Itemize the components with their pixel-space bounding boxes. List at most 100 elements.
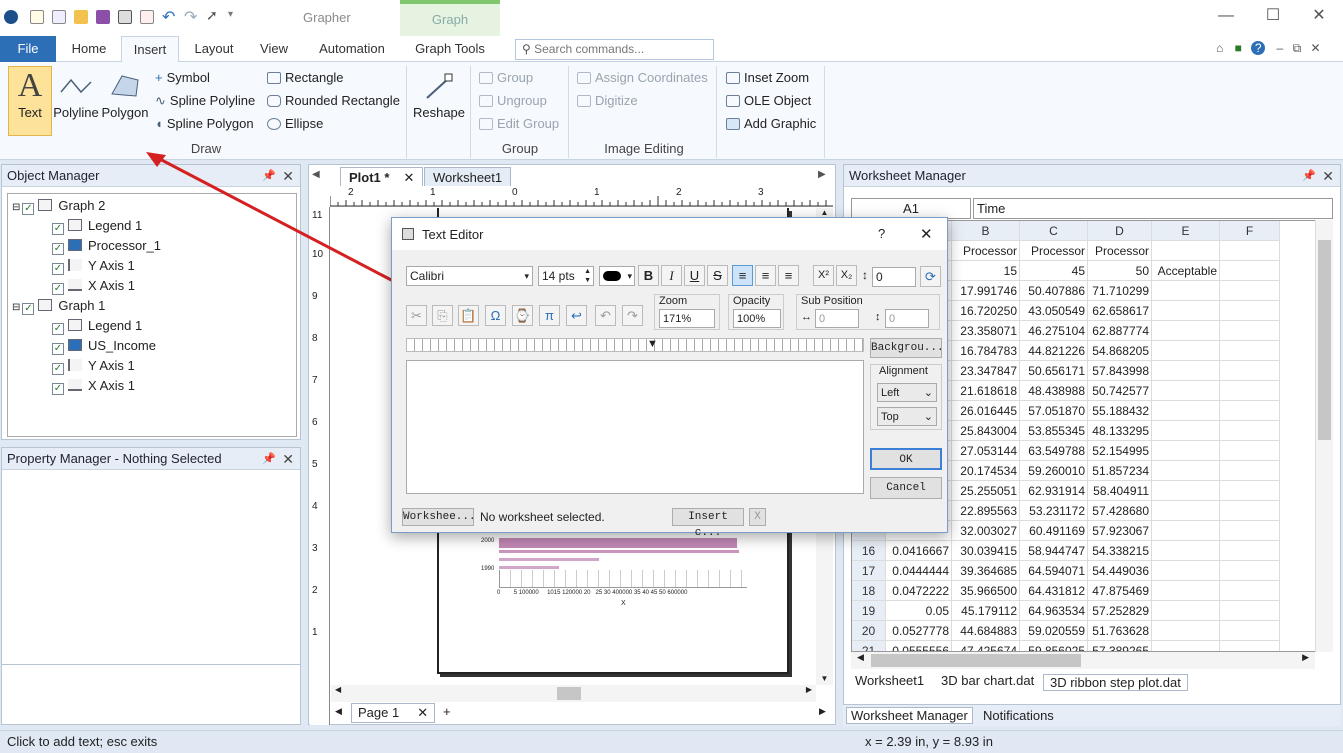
- collapse-ribbon-icon[interactable]: ⌂: [1216, 41, 1223, 55]
- tree-item[interactable]: ✓ Y Axis 1: [52, 356, 135, 376]
- page-scroll-left-icon[interactable]: ◀: [335, 706, 342, 717]
- table-cell[interactable]: [1152, 381, 1220, 401]
- table-cell[interactable]: [1220, 281, 1280, 301]
- indent-marker-icon[interactable]: ▼: [647, 338, 658, 350]
- table-cell[interactable]: 43.050549: [1020, 301, 1088, 321]
- table-cell[interactable]: [1152, 621, 1220, 641]
- paste-button[interactable]: 📋: [458, 305, 479, 326]
- sheet-tab[interactable]: 3D bar chart.dat: [941, 673, 1034, 688]
- table-cell[interactable]: [1152, 601, 1220, 621]
- visibility-checkbox[interactable]: ✓: [52, 383, 64, 395]
- row-header[interactable]: 18: [852, 581, 886, 601]
- tab-worksheet1[interactable]: Worksheet1: [424, 167, 512, 186]
- page-tab[interactable]: Page 1 ✕: [351, 703, 436, 723]
- table-cell[interactable]: 57.051870: [1020, 401, 1088, 421]
- table-cell[interactable]: 39.364685: [952, 561, 1020, 581]
- font-size-select[interactable]: 14 pts ▲ ▼: [538, 266, 594, 286]
- tab-worksheet-manager[interactable]: Worksheet Manager: [846, 707, 973, 724]
- table-cell[interactable]: [1220, 501, 1280, 521]
- table-cell[interactable]: [1220, 481, 1280, 501]
- text-color-select[interactable]: ▾: [599, 266, 635, 286]
- search-commands[interactable]: ⚲ Search commands...: [515, 39, 714, 60]
- scroll-left-icon[interactable]: ◀: [335, 685, 341, 694]
- table-cell[interactable]: 23.347847: [952, 361, 1020, 381]
- table-cell[interactable]: 47.425674: [952, 641, 1020, 651]
- add-page-button[interactable]: +: [443, 704, 451, 719]
- table-cell[interactable]: 25.255051: [952, 481, 1020, 501]
- table-cell[interactable]: [1220, 601, 1280, 621]
- table-cell[interactable]: 48.133295: [1088, 421, 1152, 441]
- table-cell[interactable]: 58.944747: [1020, 541, 1088, 561]
- text-button[interactable]: A Text: [8, 66, 52, 136]
- group-button[interactable]: Group: [479, 70, 533, 85]
- visibility-checkbox[interactable]: ✓: [52, 323, 64, 335]
- table-cell[interactable]: [1152, 581, 1220, 601]
- table-cell[interactable]: [1220, 421, 1280, 441]
- table-cell[interactable]: [1152, 541, 1220, 561]
- font-select[interactable]: Calibri ▾: [406, 266, 533, 286]
- file-tab[interactable]: File: [0, 36, 56, 62]
- table-cell[interactable]: 0.0555556: [886, 641, 952, 651]
- table-cell[interactable]: 50.742577: [1088, 381, 1152, 401]
- table-cell[interactable]: 44.821226: [1020, 341, 1088, 361]
- table-cell[interactable]: 53.855345: [1020, 421, 1088, 441]
- scroll-down-icon[interactable]: ▼: [816, 674, 833, 683]
- digitize-button[interactable]: Digitize: [577, 93, 638, 108]
- tree-item[interactable]: ✓ Y Axis 1: [52, 256, 135, 276]
- table-cell[interactable]: 57.923067: [1088, 521, 1152, 541]
- table-cell[interactable]: 50: [1088, 261, 1152, 281]
- table-cell[interactable]: 17.991746: [952, 281, 1020, 301]
- table-cell[interactable]: 16.784783: [952, 341, 1020, 361]
- table-cell[interactable]: [1220, 641, 1280, 651]
- tree-item[interactable]: ✓ X Axis 1: [52, 376, 135, 396]
- expand-icon[interactable]: ⊟: [12, 302, 20, 313]
- column-header[interactable]: B: [952, 221, 1020, 241]
- scroll-thumb[interactable]: [557, 687, 581, 700]
- table-cell[interactable]: [1220, 241, 1280, 261]
- insert-cell-button[interactable]: Insert c...: [672, 508, 744, 539]
- table-cell[interactable]: [1220, 381, 1280, 401]
- scroll-up-icon[interactable]: ▲: [816, 208, 833, 217]
- undo-icon[interactable]: ↶: [162, 7, 175, 27]
- table-cell[interactable]: 62.887774: [1088, 321, 1152, 341]
- table-cell[interactable]: 0.0472222: [886, 581, 952, 601]
- cell-edit-box[interactable]: Time: [973, 198, 1333, 219]
- reshape-button[interactable]: Reshape: [412, 72, 466, 120]
- text-editing-area[interactable]: [406, 360, 864, 494]
- table-cell[interactable]: [1152, 481, 1220, 501]
- table-cell[interactable]: 54.449036: [1088, 561, 1152, 581]
- table-cell[interactable]: [1220, 521, 1280, 541]
- pin-icon[interactable]: 📌: [1302, 165, 1316, 187]
- table-cell[interactable]: [1220, 441, 1280, 461]
- window-min-icon[interactable]: –: [1277, 41, 1284, 55]
- opacity-input[interactable]: 100%: [733, 309, 781, 328]
- table-cell[interactable]: 64.431812: [1020, 581, 1088, 601]
- maximize-button[interactable]: ☐: [1259, 4, 1287, 28]
- table-cell[interactable]: [1152, 401, 1220, 421]
- close-doc-icon[interactable]: [140, 10, 154, 24]
- copy-button[interactable]: ⎘: [432, 305, 453, 326]
- expand-icon[interactable]: ⊟: [12, 202, 20, 213]
- table-cell[interactable]: 62.931914: [1020, 481, 1088, 501]
- underline-button[interactable]: U: [684, 265, 705, 286]
- table-cell[interactable]: 0.05: [886, 601, 952, 621]
- table-cell[interactable]: 54.868205: [1088, 341, 1152, 361]
- table-cell[interactable]: 26.016445: [952, 401, 1020, 421]
- new-icon[interactable]: [30, 10, 44, 24]
- clear-button[interactable]: X: [749, 508, 766, 526]
- table-cell[interactable]: [1220, 301, 1280, 321]
- polygon-button[interactable]: Polygon: [100, 70, 150, 120]
- table-cell[interactable]: 59.260010: [1020, 461, 1088, 481]
- tab-home[interactable]: Home: [62, 36, 116, 62]
- table-cell[interactable]: 0.0444444: [886, 561, 952, 581]
- table-cell[interactable]: 45: [1020, 261, 1088, 281]
- pin-icon[interactable]: 📌: [262, 448, 276, 470]
- offset-input[interactable]: 0: [872, 267, 916, 287]
- align-right-button[interactable]: ≡: [778, 265, 799, 286]
- cut-button[interactable]: ✂: [406, 305, 427, 326]
- symbol-omega-button[interactable]: Ω: [485, 305, 506, 326]
- date-time-button[interactable]: ⌚: [512, 305, 533, 326]
- ok-button[interactable]: OK: [870, 448, 942, 470]
- assign-coordinates-button[interactable]: Assign Coordinates: [577, 70, 708, 85]
- table-cell[interactable]: 59.020559: [1020, 621, 1088, 641]
